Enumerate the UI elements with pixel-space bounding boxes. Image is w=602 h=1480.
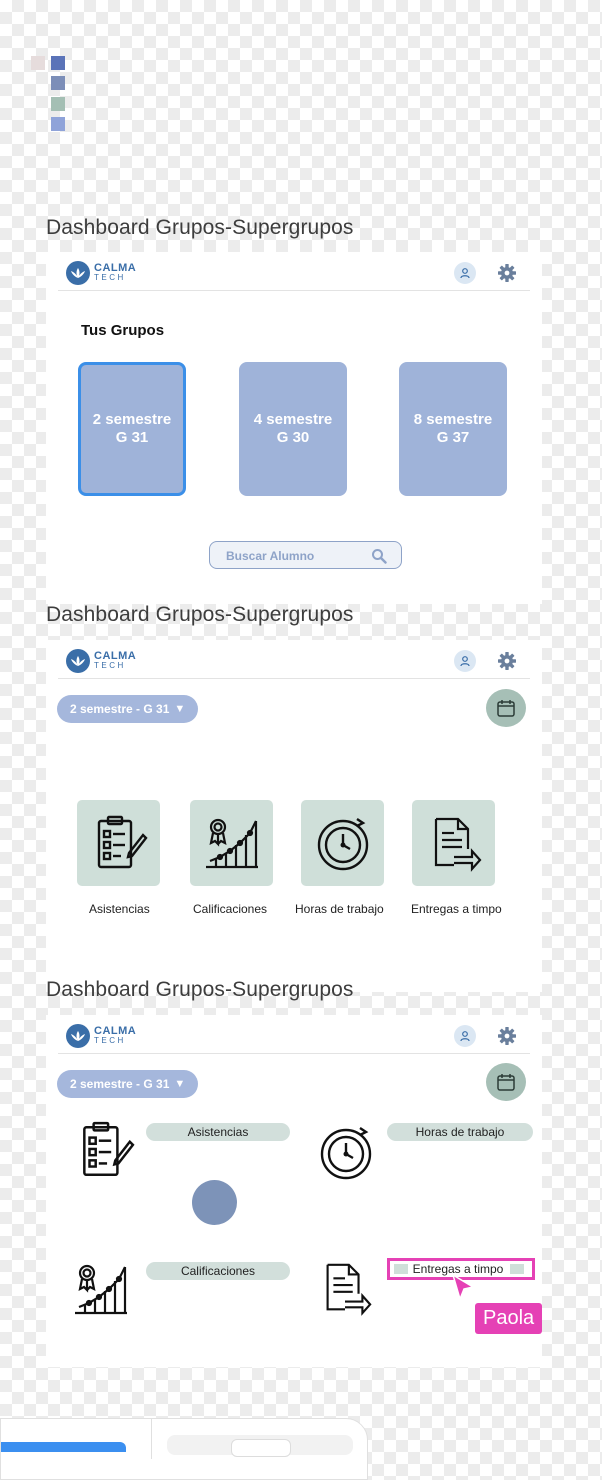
group-card-title: 8 semestre (413, 411, 493, 428)
settings-button[interactable] (496, 1025, 518, 1047)
settings-button[interactable] (496, 262, 518, 284)
palette-swatch (51, 117, 65, 131)
metric-label-calificaciones: Calificaciones (193, 902, 268, 916)
item-pill-asistencias[interactable]: Asistencias (146, 1123, 290, 1141)
logo-text-tech: TECH (94, 661, 126, 670)
dropdown-label: 2 semestre - G 31 (70, 702, 170, 716)
user-icon (460, 656, 470, 667)
dashboard-frame-list: CALMA TECH 2 semestre - G 31 ▼ Asistenci… (46, 1015, 542, 1367)
document-send-icon (434, 817, 481, 872)
metric-label-entregas-a-timpo: Entregas a timpo (411, 902, 502, 916)
calendar-icon (497, 700, 515, 717)
logo-text-tech: TECH (94, 273, 126, 282)
clock-icon (317, 818, 368, 871)
chevron-down-icon: ▼ (174, 1078, 186, 1090)
lotus-icon (66, 261, 90, 285)
student-search-box (209, 541, 402, 570)
groups-heading: Tus Grupos (81, 322, 165, 339)
palette-swatch (51, 56, 65, 70)
document-send-icon (326, 1263, 372, 1316)
logo-text-calma: CALMA (94, 650, 137, 662)
frame-title: Dashboard Grupos-Supergrupos (46, 216, 354, 239)
lotus-icon (66, 649, 90, 673)
gear-icon (498, 1027, 516, 1045)
group-card-8-semestre[interactable]: 8 semestre G 37 (399, 362, 507, 496)
metric-tile-asistencias[interactable] (77, 800, 160, 886)
checklist-icon (83, 1121, 135, 1177)
group-card-title: 4 semestre (253, 411, 333, 428)
item-pill-horas-de-trabajo[interactable]: Horas de trabajo (387, 1123, 533, 1141)
user-profile-button[interactable] (454, 262, 476, 284)
dashboard-frame-groups: CALMA TECH Tus Grupos 2 semestre G 31 4 … (46, 252, 542, 604)
cursor-icon (451, 1273, 475, 1302)
resize-handle[interactable] (394, 1264, 408, 1274)
panel-tab[interactable] (231, 1439, 291, 1457)
panel-divider (151, 1419, 152, 1459)
calma-tech-logo: CALMA TECH (66, 261, 136, 285)
group-card-4-semestre[interactable]: 4 semestre G 30 (239, 362, 347, 496)
dashboard-frame-metrics: CALMA TECH 2 semestre - G 31 ▼ Asistenci… (46, 640, 542, 992)
chevron-down-icon: ▼ (174, 703, 186, 715)
palette-swatch (51, 97, 65, 111)
group-selector-dropdown[interactable]: 2 semestre - G 31 ▼ (57, 695, 198, 723)
top-bar: CALMA TECH (58, 640, 530, 679)
gear-icon (498, 652, 516, 670)
blue-action-bar[interactable] (1, 1442, 126, 1452)
calendar-icon (497, 1074, 515, 1091)
student-search-input[interactable] (224, 542, 368, 570)
search-icon[interactable] (371, 548, 387, 564)
calendar-button[interactable] (486, 689, 526, 727)
drag-handle-circle[interactable] (192, 1180, 237, 1225)
dropdown-label: 2 semestre - G 31 (70, 1077, 170, 1091)
user-icon (460, 1031, 470, 1042)
group-selector-dropdown[interactable]: 2 semestre - G 31 ▼ (57, 1070, 198, 1098)
palette-swatch (31, 56, 45, 70)
metric-tile-horas-de-trabajo[interactable] (301, 800, 384, 886)
calendar-button[interactable] (486, 1063, 526, 1101)
group-card-code: G 31 (115, 429, 149, 446)
logo-text-calma: CALMA (94, 1025, 137, 1037)
lotus-icon (66, 1024, 90, 1048)
group-card-2-semestre[interactable]: 2 semestre G 31 (78, 362, 186, 496)
user-icon (460, 268, 470, 279)
metric-tile-calificaciones[interactable] (190, 800, 273, 886)
checklist-icon (97, 815, 148, 869)
calma-tech-logo: CALMA TECH (66, 649, 136, 673)
award-growth-icon (75, 1264, 127, 1315)
top-bar: CALMA TECH (58, 1015, 530, 1054)
logo-text-calma: CALMA (94, 262, 137, 274)
resize-handle[interactable] (510, 1264, 524, 1274)
frame-title: Dashboard Grupos-Supergrupos (46, 978, 354, 1001)
bottom-panel-left (0, 1418, 368, 1480)
clock-icon (320, 1127, 372, 1180)
user-profile-button[interactable] (454, 1025, 476, 1047)
award-growth-icon (205, 818, 258, 869)
settings-button[interactable] (496, 650, 518, 672)
calma-tech-logo: CALMA TECH (66, 1024, 136, 1048)
gear-icon (498, 264, 516, 282)
collaborator-name-badge: Paola (475, 1303, 543, 1334)
group-card-code: G 37 (436, 429, 470, 446)
metric-label-asistencias: Asistencias (89, 902, 150, 916)
group-card-title: 2 semestre (92, 411, 172, 428)
palette-swatch (51, 76, 65, 90)
top-bar: CALMA TECH (58, 252, 530, 291)
group-card-code: G 30 (276, 429, 310, 446)
logo-text-tech: TECH (94, 1036, 126, 1045)
item-pill-calificaciones[interactable]: Calificaciones (146, 1262, 290, 1280)
metric-tile-entregas-a-timpo[interactable] (412, 800, 495, 886)
metric-label-horas-de-trabajo: Horas de trabajo (295, 902, 384, 916)
user-profile-button[interactable] (454, 650, 476, 672)
frame-title: Dashboard Grupos-Supergrupos (46, 603, 354, 626)
